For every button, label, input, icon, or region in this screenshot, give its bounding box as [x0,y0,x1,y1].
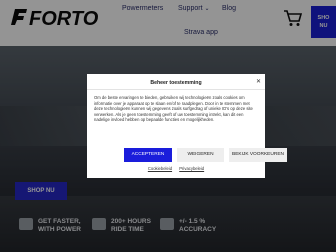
consent-title: Beheer toestemming [150,80,202,86]
close-icon[interactable]: ✕ [256,78,261,85]
consent-body-text: Om de beste ervaringen te bieden, gebrui… [94,95,253,123]
accept-button[interactable]: ACCEPTEREN [124,148,172,162]
policy-links: Cookiebeleid Privacybeleid [87,166,265,171]
divider [87,89,265,90]
cookie-policy-link[interactable]: Cookiebeleid [148,166,172,171]
cookie-consent-dialog: Beheer toestemming ✕ Om de beste ervarin… [87,74,287,178]
privacy-policy-link[interactable]: Privacybeleid [179,166,204,171]
refuse-button[interactable]: WEIGEREN [177,148,224,162]
view-preferences-button[interactable]: BEKIJK VOORKEUREN [229,148,287,162]
